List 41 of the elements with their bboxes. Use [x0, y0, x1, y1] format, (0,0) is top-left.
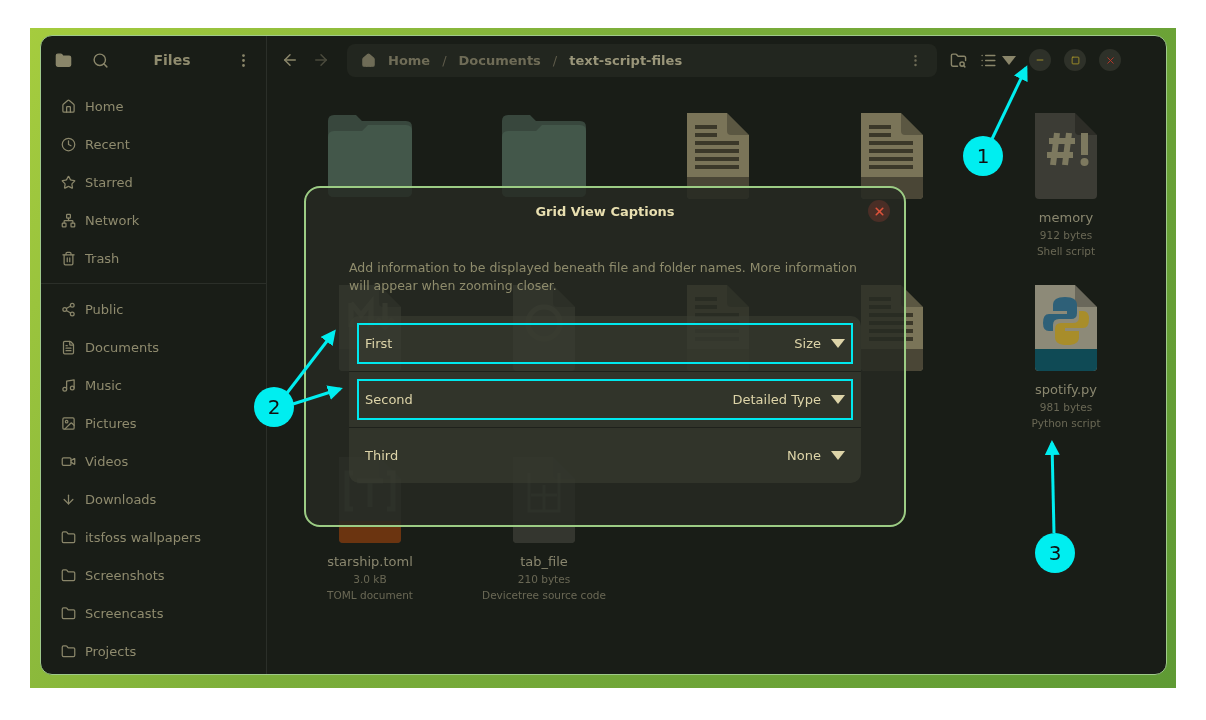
file-type: Devicetree source code — [482, 588, 606, 603]
sidebar-item[interactable]: Music — [61, 366, 126, 404]
caption-dropdown[interactable]: Detailed Type — [732, 392, 845, 407]
dialog-description: Add information to be displayed beneath file and folder names. More information will appear when zooming closer. — [349, 259, 858, 295]
app-title: Files — [152, 52, 192, 68]
file-name[interactable]: memory — [1038, 209, 1094, 227]
file-size: 912 bytes — [1039, 228, 1093, 243]
path-segment[interactable]: Home — [388, 52, 431, 68]
file-name[interactable]: spotify.py — [1035, 381, 1097, 399]
caption-label: First — [365, 336, 394, 351]
sidebar-item[interactable]: Downloads — [61, 480, 161, 518]
sidebar-item[interactable]: Screencasts — [61, 594, 168, 632]
sidebar-item[interactable]: Starred — [61, 163, 137, 201]
file-name[interactable]: tab_file — [520, 553, 568, 571]
sidebar-item[interactable]: Recent — [61, 125, 134, 163]
file-type: TOML document — [327, 588, 413, 603]
caption-dropdown[interactable]: None — [787, 448, 845, 463]
file-type: Shell script — [1036, 244, 1096, 259]
sidebar-item[interactable]: Projects — [61, 632, 141, 670]
file-name[interactable]: starship.toml — [327, 553, 413, 571]
file-size: 3.0 kB — [353, 572, 387, 587]
caption-label: Third — [365, 448, 400, 463]
sidebar-item[interactable]: Public — [61, 290, 128, 328]
path-separator: / — [552, 52, 558, 68]
file-size: 210 bytes — [517, 572, 571, 587]
caption-label: Second — [365, 392, 414, 407]
sidebar-item[interactable]: Documents — [61, 328, 164, 366]
caption-dropdown[interactable]: Size — [794, 336, 845, 351]
file-type: Python script — [1031, 416, 1101, 431]
file-size: 981 bytes — [1039, 400, 1093, 415]
sidebar-item[interactable]: Videos — [61, 442, 133, 480]
sidebar-item[interactable]: Pictures — [61, 404, 141, 442]
path-segment[interactable]: Documents — [458, 52, 541, 68]
sidebar-item[interactable]: itsfoss wallpapers — [61, 518, 206, 556]
path-separator: / — [442, 52, 447, 68]
path-segment[interactable]: text-script-files — [569, 52, 683, 68]
sidebar-item[interactable]: Network — [61, 201, 144, 239]
sidebar-item[interactable]: Trash — [61, 239, 124, 277]
dialog-title: Grid View Captions — [534, 203, 676, 221]
sidebar-item[interactable]: Screenshots — [61, 556, 169, 594]
sidebar-item[interactable]: Home — [61, 87, 128, 125]
